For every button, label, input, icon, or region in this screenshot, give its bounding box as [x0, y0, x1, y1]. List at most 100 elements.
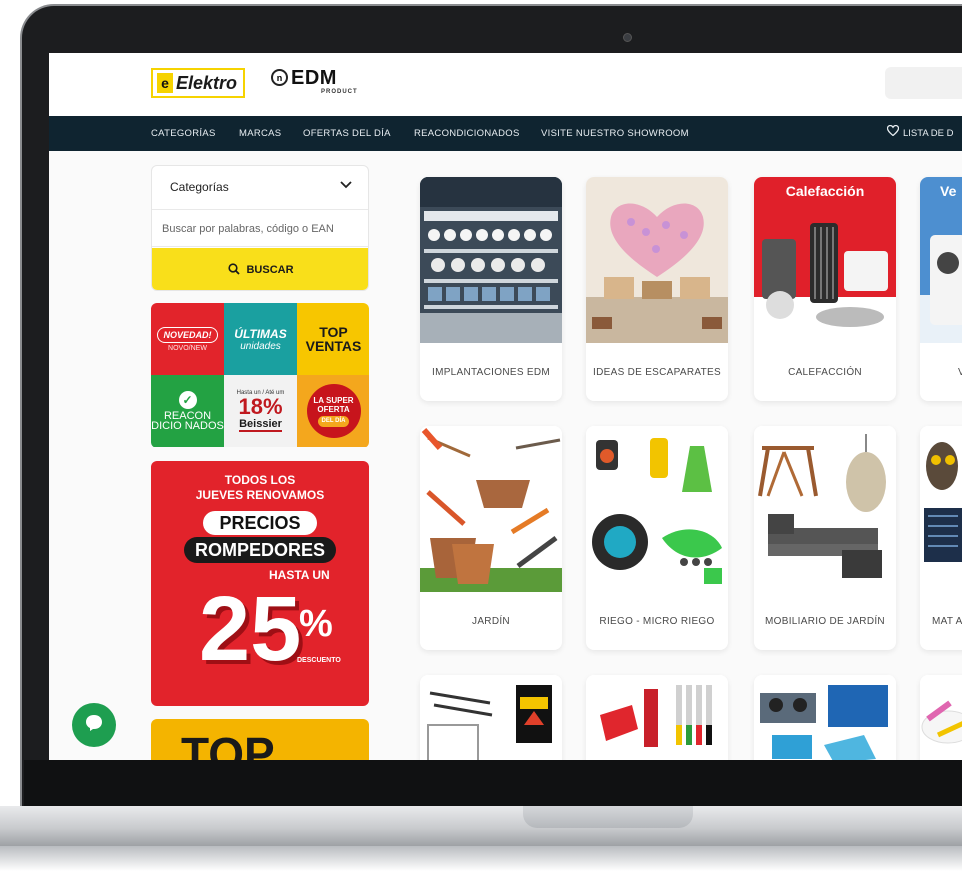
category-card[interactable]: MAT AHU [920, 426, 962, 650]
super-line-3: DEL DÍA [317, 415, 350, 427]
laptop-scene: e Elektro n EDM PRODUCT CATEGORÍAS MARCA… [0, 0, 962, 871]
category-label: CALEFACCIÓN [788, 366, 862, 378]
heart-icon [886, 116, 900, 151]
tile-novedad[interactable]: NOVEDAD! NOVO/NEW [151, 303, 224, 375]
check-icon: ✓ [178, 391, 197, 409]
tile-ultimas-unidades[interactable]: ÚLTIMAS unidades [224, 303, 297, 375]
category-card[interactable] [920, 675, 962, 760]
category-image [754, 675, 896, 760]
promo-line-1: TODOS LOS [224, 473, 296, 487]
wishlist-link[interactable]: LISTA DE D [886, 116, 954, 151]
category-image [920, 426, 962, 592]
promo2-text: TOP [181, 728, 275, 760]
promo-banner-25[interactable]: TODOS LOS JUEVES RENOVAMOS PRECIOS ROMPE… [151, 461, 369, 706]
laptop-shadow [0, 846, 962, 871]
nav-item-showroom[interactable]: VISITE NUESTRO SHOWROOM [541, 116, 689, 151]
category-image [754, 426, 896, 592]
search-button-label: BUSCAR [246, 264, 294, 276]
wishlist-label: LISTA DE D [903, 128, 954, 139]
search-input[interactable]: Buscar por palabras, código o EAN [152, 209, 368, 247]
tile-top-ventas[interactable]: TOP VENTAS [297, 303, 369, 375]
chat-button[interactable] [72, 703, 116, 747]
nav-item-marcas[interactable]: MARCAS [239, 116, 281, 151]
tile-ultimas-label: ÚLTIMAS [234, 326, 287, 341]
category-label: IMPLANTACIONES EDM [431, 366, 550, 378]
tile-novedad-sub: NOVO/NEW [168, 344, 207, 352]
chat-bubble-icon [84, 713, 104, 738]
elektro-logo-mark: e [157, 73, 173, 93]
category-card[interactable]: RIEGO - MICRO RIEGO [586, 426, 728, 650]
filter-title[interactable]: Categorías [170, 180, 229, 194]
chevron-down-icon[interactable] [340, 178, 352, 192]
edm-logo-text: EDM [291, 67, 337, 89]
tile-top-sub: VENTAS [305, 338, 362, 354]
category-image [420, 426, 562, 592]
promo-pill-rompedores: ROMPEDORES [184, 537, 336, 563]
main-nav: CATEGORÍAS MARCAS OFERTAS DEL DÍA REACON… [49, 116, 962, 151]
category-label: MOBILIARIO DE JARDÍN [765, 615, 885, 627]
edm-logo-mark: n [271, 69, 288, 86]
tile-beissier-name: Beissier [239, 418, 282, 432]
super-line-2: OFERTA [317, 404, 350, 414]
tile-beissier-pct: 18% [238, 394, 283, 419]
category-image: Ve [920, 177, 962, 343]
category-label: IDEAS DE ESCAPARATES [593, 366, 721, 378]
promo-number: 25 [199, 578, 302, 680]
promo-text: TODOS LOS JUEVES RENOVAMOS [151, 473, 369, 503]
header-search-input[interactable] [885, 67, 962, 99]
tile-novedad-label: NOVEDAD! [157, 326, 218, 343]
category-badge: Calefacción [785, 183, 865, 199]
search-button[interactable]: BUSCAR [152, 248, 368, 290]
category-card[interactable] [420, 675, 562, 760]
category-card[interactable] [754, 675, 896, 760]
tile-ultimas-sub: unidades [240, 340, 281, 352]
category-image [586, 426, 728, 592]
category-badge: Ve [940, 183, 957, 199]
nav-item-reacondicionados[interactable]: REACONDICIONADOS [414, 116, 520, 151]
category-label: RIEGO - MICRO RIEGO [599, 615, 715, 627]
super-line-1: LA SUPER [313, 395, 354, 405]
promo-banner-top[interactable]: TOP [151, 719, 369, 760]
nav-item-ofertas[interactable]: OFERTAS DEL DÍA [303, 116, 391, 151]
category-label: JARDÍN [472, 615, 510, 627]
laptop-screen-bezel [24, 760, 962, 806]
tile-reacon-label: REACON DICIO NADOS [151, 410, 224, 432]
tile-reacondicionados[interactable]: ✓ REACON DICIO NADOS [151, 375, 224, 447]
category-label: V [958, 366, 962, 378]
site-header: e Elektro n EDM PRODUCT [49, 53, 962, 116]
search-icon [228, 262, 246, 278]
category-card[interactable] [586, 675, 728, 760]
category-card[interactable]: IDEAS DE ESCAPARATES [586, 177, 728, 401]
category-image [920, 675, 962, 760]
promo-tiles: NOVEDAD! NOVO/NEW ÚLTIMAS unidades TOP V… [151, 303, 369, 448]
category-image: Calefacción [754, 177, 896, 343]
nav-item-categorias[interactable]: CATEGORÍAS [151, 116, 216, 151]
promo-descuento: DESCUENTO [297, 657, 341, 664]
laptop-base [0, 806, 962, 846]
category-card[interactable]: MOBILIARIO DE JARDÍN [754, 426, 896, 650]
category-label: MAT AHU [932, 615, 962, 627]
category-card[interactable]: Calefacción CALEFACCIÓN [754, 177, 896, 401]
category-image [420, 177, 562, 343]
promo-pill-precios: PRECIOS [203, 511, 317, 535]
edm-logo-sub: PRODUCT [321, 89, 358, 95]
elektro-logo[interactable]: e Elektro [151, 68, 246, 98]
laptop-notch [523, 806, 693, 828]
category-image [420, 675, 562, 760]
tile-beissier[interactable]: Hasta un / Até um 18% Beissier [224, 375, 297, 447]
category-card[interactable]: IMPLANTACIONES EDM [420, 177, 562, 401]
promo-percent: % [299, 603, 333, 645]
tile-super-oferta[interactable]: LA SUPER OFERTA DEL DÍA [297, 375, 369, 447]
category-card[interactable]: JARDÍN [420, 426, 562, 650]
category-filter: Categorías Buscar por palabras, código o… [151, 165, 369, 291]
category-image [586, 675, 728, 760]
browser-screen: e Elektro n EDM PRODUCT CATEGORÍAS MARCA… [49, 53, 962, 760]
elektro-logo-text: Elektro [176, 72, 238, 93]
category-card[interactable]: Ve V [920, 177, 962, 401]
super-oferta-badge: LA SUPER OFERTA DEL DÍA [306, 384, 361, 438]
webcam [623, 33, 632, 42]
promo-line-2: JUEVES RENOVAMOS [195, 488, 325, 502]
category-image [586, 177, 728, 343]
edm-logo[interactable]: n EDM PRODUCT [271, 67, 357, 95]
tile-top-label: TOP [319, 324, 348, 340]
